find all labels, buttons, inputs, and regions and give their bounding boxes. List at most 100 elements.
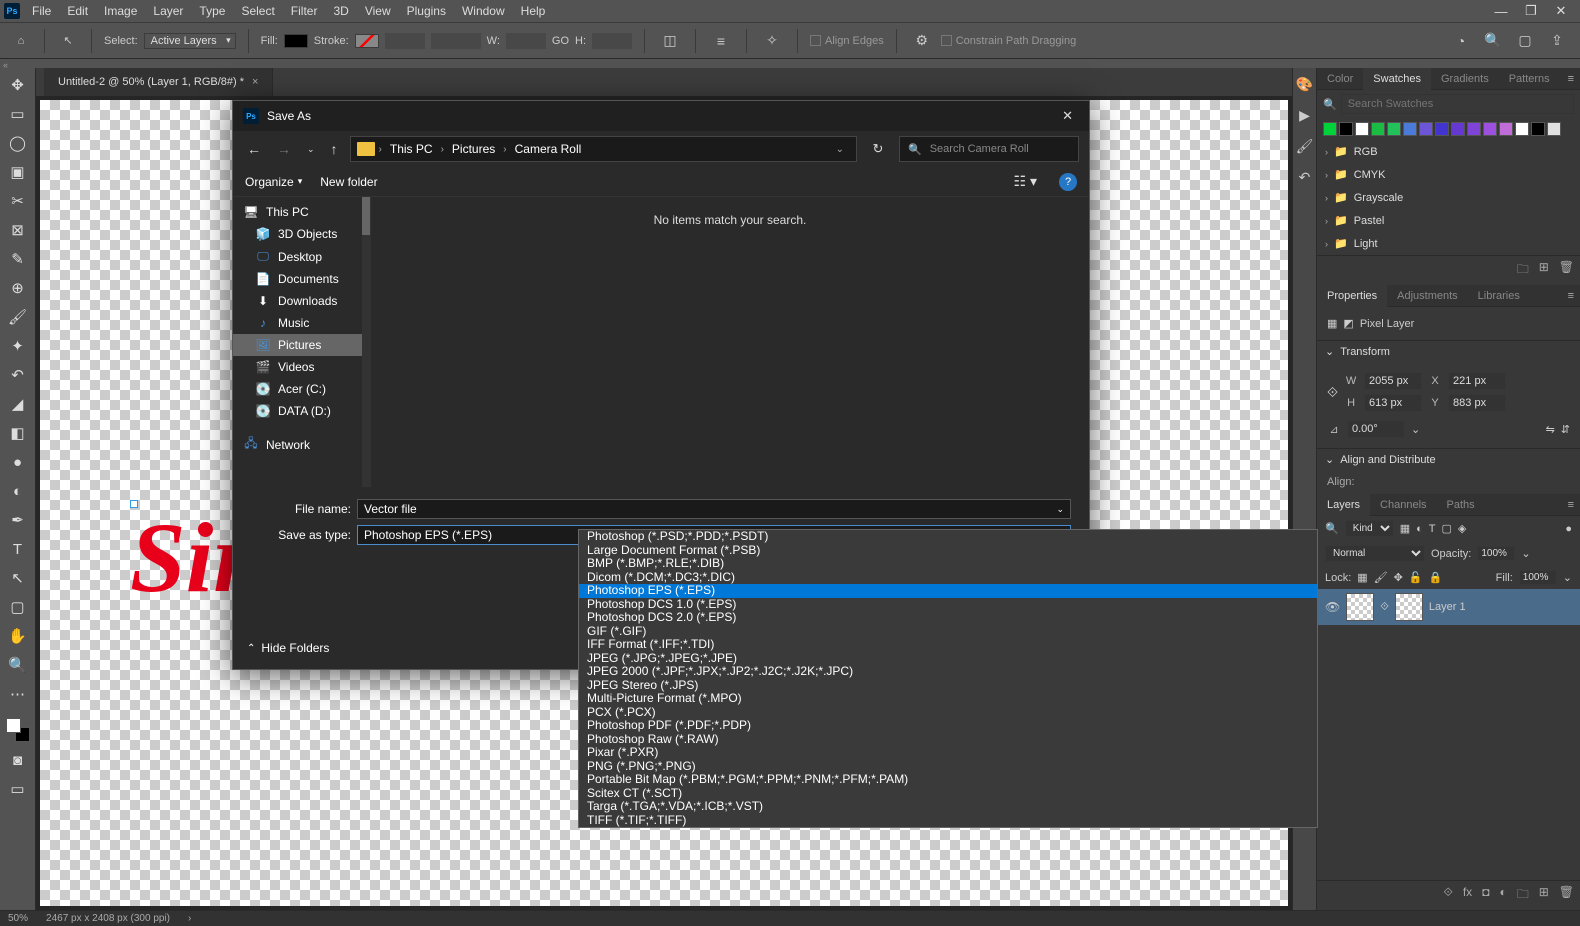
swatch-group-light[interactable]: ›📁Light: [1317, 232, 1580, 255]
sidebar-item-drive-d[interactable]: 💽DATA (D:): [233, 400, 370, 422]
flip-v-icon[interactable]: ⇵: [1561, 423, 1570, 436]
zoom-tool-icon[interactable]: 🔍: [7, 654, 29, 676]
dock-history-icon[interactable]: ↶: [1299, 169, 1311, 186]
sidebar-item-network[interactable]: 🖧Network: [233, 430, 370, 459]
layer-group-icon[interactable]: 🗀: [1517, 885, 1529, 906]
align-edges-checkbox[interactable]: Align Edges: [810, 35, 884, 47]
visibility-icon[interactable]: 👁: [1325, 600, 1340, 614]
filetype-option[interactable]: Photoshop DCS 1.0 (*.EPS): [579, 598, 1317, 612]
swatch-color[interactable]: [1483, 122, 1497, 136]
panel-menu-icon[interactable]: ≡: [1562, 73, 1580, 85]
fill-caret-icon[interactable]: ⌄: [1563, 571, 1572, 584]
swatch-folder-icon[interactable]: 🗀: [1517, 260, 1529, 281]
collapse-toolbar-handle[interactable]: [0, 58, 1580, 68]
swatch-color[interactable]: [1515, 122, 1529, 136]
fill-input[interactable]: [1519, 570, 1557, 585]
filetype-option[interactable]: Photoshop EPS (*.EPS): [579, 584, 1317, 598]
tab-adjustments[interactable]: Adjustments: [1387, 285, 1468, 307]
swatch-new-icon[interactable]: ⊞: [1539, 260, 1549, 281]
layer-link-icon[interactable]: ⟐: [1443, 885, 1452, 906]
height-input[interactable]: [592, 33, 632, 49]
filter-type-icon[interactable]: T: [1429, 523, 1436, 535]
crop-tool-icon[interactable]: ✂: [7, 190, 29, 212]
screen-mode-icon[interactable]: ▭: [7, 778, 29, 800]
opacity-caret-icon[interactable]: ⌄: [1521, 547, 1530, 560]
sidebar-item-this-pc[interactable]: 🖥This PC: [233, 201, 370, 223]
type-tool-icon[interactable]: T: [7, 538, 29, 560]
sidebar-scrollbar[interactable]: [362, 197, 370, 487]
angle-dropdown-icon[interactable]: ⌄: [1411, 423, 1420, 436]
menu-type[interactable]: Type: [191, 4, 233, 18]
filetype-option[interactable]: Photoshop (*.PSD;*.PDD;*.PSDT): [579, 530, 1317, 544]
constrain-path-checkbox[interactable]: Constrain Path Dragging: [941, 35, 1076, 47]
tab-patterns[interactable]: Patterns: [1499, 68, 1560, 90]
transform-section[interactable]: ⌄Transform: [1317, 340, 1580, 362]
workspace-icon[interactable]: ▢: [1512, 28, 1538, 54]
prop-x-input[interactable]: [1448, 372, 1506, 390]
sidebar-item-drive-c[interactable]: 💽Acer (C:): [233, 378, 370, 400]
filetype-option[interactable]: Multi-Picture Format (*.MPO): [579, 692, 1317, 706]
nav-up-icon[interactable]: ↑: [327, 141, 342, 157]
menu-layer[interactable]: Layer: [145, 4, 191, 18]
path-select-tool-icon[interactable]: ↖: [7, 567, 29, 589]
object-select-tool-icon[interactable]: ▣: [7, 161, 29, 183]
prop-angle-input[interactable]: [1347, 420, 1405, 438]
lock-transparent-icon[interactable]: ▦: [1357, 571, 1367, 584]
align-section[interactable]: ⌄Align and Distribute: [1317, 448, 1580, 470]
filetype-option[interactable]: PNG (*.PNG;*.PNG): [579, 760, 1317, 774]
swatch-color[interactable]: [1435, 122, 1449, 136]
quick-mask-icon[interactable]: ◙: [7, 749, 29, 771]
menu-3d[interactable]: 3D: [325, 4, 356, 18]
sidebar-item-desktop[interactable]: 🖵Desktop: [233, 245, 370, 268]
tab-libraries[interactable]: Libraries: [1468, 285, 1530, 307]
layer-trash-icon[interactable]: 🗑: [1559, 885, 1574, 906]
gradient-tool-icon[interactable]: ◧: [7, 422, 29, 444]
tab-paths[interactable]: Paths: [1437, 494, 1485, 516]
opacity-input[interactable]: [1477, 546, 1515, 561]
search-icon[interactable]: 🔍: [1480, 28, 1506, 54]
filetype-option[interactable]: Targa (*.TGA;*.VDA;*.ICB;*.VST): [579, 800, 1317, 814]
filter-adjust-icon[interactable]: ◐: [1416, 523, 1423, 535]
blur-tool-icon[interactable]: ●: [7, 451, 29, 473]
stroke-color-swatch[interactable]: [355, 34, 379, 48]
nav-history-icon[interactable]: ⌄: [303, 144, 319, 155]
filter-smart-icon[interactable]: ◈: [1458, 522, 1466, 535]
filetype-option[interactable]: PCX (*.PCX): [579, 706, 1317, 720]
fill-color-swatch[interactable]: [284, 34, 308, 48]
filetype-option[interactable]: Pixar (*.PXR): [579, 746, 1317, 760]
filename-input[interactable]: Vector file⌄: [357, 499, 1071, 519]
nav-forward-icon[interactable]: →: [273, 141, 295, 157]
layer-mask-thumbnail[interactable]: [1395, 593, 1423, 621]
crumb-dropdown-icon[interactable]: ⌄: [830, 144, 850, 155]
swatch-color[interactable]: [1355, 122, 1369, 136]
swatch-color[interactable]: [1499, 122, 1513, 136]
document-info[interactable]: 2467 px x 2408 px (300 ppi): [46, 913, 170, 924]
lock-all-icon[interactable]: 🔒: [1429, 571, 1443, 584]
filetype-option[interactable]: BMP (*.BMP;*.RLE;*.DIB): [579, 557, 1317, 571]
tab-color[interactable]: Color: [1317, 68, 1363, 90]
flip-h-icon[interactable]: ⇋: [1546, 423, 1555, 436]
swatch-trash-icon[interactable]: 🗑: [1559, 260, 1574, 281]
menu-filter[interactable]: Filter: [283, 4, 326, 18]
move-tool-icon[interactable]: ✥: [7, 74, 29, 96]
edit-toolbar-icon[interactable]: ⋯: [7, 683, 29, 705]
select-mode-dropdown[interactable]: Active Layers: [144, 33, 236, 49]
filetype-option[interactable]: Large Document Format (*.PSB): [579, 544, 1317, 558]
filetype-option[interactable]: Photoshop Raw (*.RAW): [579, 733, 1317, 747]
swatch-color[interactable]: [1419, 122, 1433, 136]
sidebar-item-music[interactable]: ♪Music: [233, 312, 370, 334]
refresh-icon[interactable]: ↻: [865, 141, 891, 157]
clone-tool-icon[interactable]: ✦: [7, 335, 29, 357]
hand-tool-icon[interactable]: ✋: [7, 625, 29, 647]
menu-select[interactable]: Select: [233, 4, 282, 18]
brush-tool-icon[interactable]: 🖌: [7, 306, 29, 328]
dock-brush-icon[interactable]: 🖌: [1296, 138, 1314, 155]
swatch-color[interactable]: [1403, 122, 1417, 136]
link-wh-icon[interactable]: ⟐: [1327, 384, 1338, 401]
swatch-color[interactable]: [1451, 122, 1465, 136]
filetype-option[interactable]: JPEG Stereo (*.JPS): [579, 679, 1317, 693]
lock-position-icon[interactable]: ✥: [1394, 571, 1403, 584]
sidebar-item-videos[interactable]: 🎬Videos: [233, 356, 370, 378]
dodge-tool-icon[interactable]: ◐: [7, 480, 29, 502]
organize-button[interactable]: Organize▾: [245, 175, 302, 189]
